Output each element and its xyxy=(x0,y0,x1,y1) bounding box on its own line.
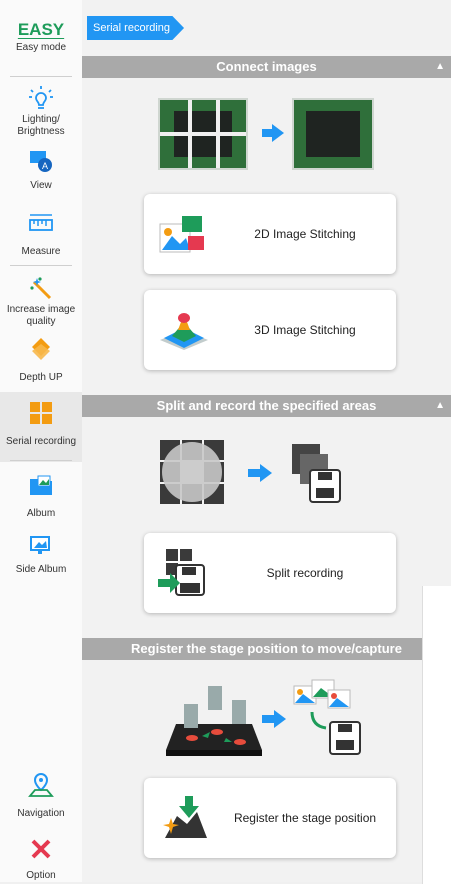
sidebar-item-label: Navigation xyxy=(17,808,65,819)
split-illustration xyxy=(160,440,360,510)
sidebar-item-label: Depth UP xyxy=(19,372,63,383)
sidebar-item-serial-recording[interactable]: Serial recording xyxy=(0,392,82,462)
sidebar-item-label: View xyxy=(30,180,52,191)
sidebar-item-label: Easy mode xyxy=(15,42,67,53)
stitch-illustration xyxy=(158,98,378,170)
3d-stitch-icon xyxy=(144,306,224,354)
collapse-icon[interactable]: ▲ xyxy=(435,395,445,417)
sidebar-item-easy-mode[interactable]: EASY Easy mode xyxy=(0,20,82,54)
section-title: Connect images xyxy=(216,59,317,74)
section-title: Register the stage position to move/capt… xyxy=(131,641,402,656)
sidebar-divider xyxy=(10,265,72,266)
card-label: Split recording xyxy=(266,566,344,580)
section-header-connect-images[interactable]: Connect images ▲ xyxy=(82,56,451,78)
section-title: Split and record the specified areas xyxy=(156,398,377,413)
grid-icon xyxy=(29,398,53,428)
section-header-register-stage[interactable]: Register the stage position to move/capt… xyxy=(82,638,451,660)
ruler-icon xyxy=(28,208,54,238)
card-label: Register the stage position xyxy=(233,811,377,825)
stage-illustration xyxy=(162,676,382,768)
map-pin-icon xyxy=(28,770,54,800)
sidebar-item-label: Measure xyxy=(21,246,61,257)
section-header-split-record[interactable]: Split and record the specified areas ▲ xyxy=(82,395,451,417)
sidebar-item-measure[interactable]: Measure xyxy=(0,208,82,258)
sidebar-item-depth-up[interactable]: Depth UP xyxy=(0,334,82,384)
card-label: 3D Image Stitching xyxy=(254,323,356,337)
register-stage-button[interactable]: Register the stage position xyxy=(144,778,396,858)
sidebar-divider xyxy=(10,76,72,77)
sidebar-item-label: Serial recording xyxy=(5,436,77,447)
sidebar-item-side-album[interactable]: Side Album xyxy=(0,530,82,576)
layers-icon xyxy=(28,334,54,364)
main-panel: Serial recording Connect images ▲ 2D Ima… xyxy=(82,0,451,884)
split-recording-button[interactable]: Split recording xyxy=(144,533,396,613)
lightbulb-icon xyxy=(28,84,54,114)
register-stage-icon xyxy=(144,794,224,842)
arrow-right-icon xyxy=(262,124,284,142)
3d-stitching-button[interactable]: 3D Image Stitching xyxy=(144,290,396,370)
sidebar-item-label: Side Album xyxy=(15,564,67,575)
easy-logo: EASY xyxy=(17,20,65,39)
card-label: 2D Image Stitching xyxy=(254,227,356,241)
magic-wand-icon xyxy=(28,274,54,304)
sidebar-item-lighting[interactable]: Lighting/ Brightness xyxy=(0,84,82,138)
sidebar-item-option[interactable]: Option xyxy=(0,834,82,882)
tools-icon xyxy=(28,834,54,864)
side-panel-edge xyxy=(422,586,451,884)
split-record-icon xyxy=(144,547,224,599)
album-icon xyxy=(28,470,54,500)
2d-stitch-icon xyxy=(144,214,224,254)
chip-stitched-image xyxy=(292,98,374,170)
sidebar-item-label: Lighting/ Brightness xyxy=(17,114,65,137)
2d-stitching-button[interactable]: 2D Image Stitching xyxy=(144,194,396,274)
sidebar-item-label: Option xyxy=(26,870,56,881)
sidebar-item-view[interactable]: A View xyxy=(0,146,82,192)
sidebar-item-label: Increase image quality xyxy=(6,304,76,327)
sidebar-item-label: Album xyxy=(26,508,56,519)
sidebar-item-increase-quality[interactable]: Increase image quality xyxy=(0,274,82,328)
sidebar: EASY Easy mode Lighting/ Brightness A Vi… xyxy=(0,0,83,882)
sidebar-item-navigation[interactable]: Navigation xyxy=(0,770,82,820)
view-icon: A xyxy=(28,146,54,176)
collapse-icon[interactable]: ▲ xyxy=(435,56,445,78)
svg-text:A: A xyxy=(42,161,48,171)
chip-tiles-image xyxy=(158,98,248,170)
sidebar-divider xyxy=(10,460,72,461)
breadcrumb-tag: Serial recording xyxy=(87,16,185,40)
sidebar-item-album[interactable]: Album xyxy=(0,470,82,520)
monitor-icon xyxy=(28,530,54,560)
